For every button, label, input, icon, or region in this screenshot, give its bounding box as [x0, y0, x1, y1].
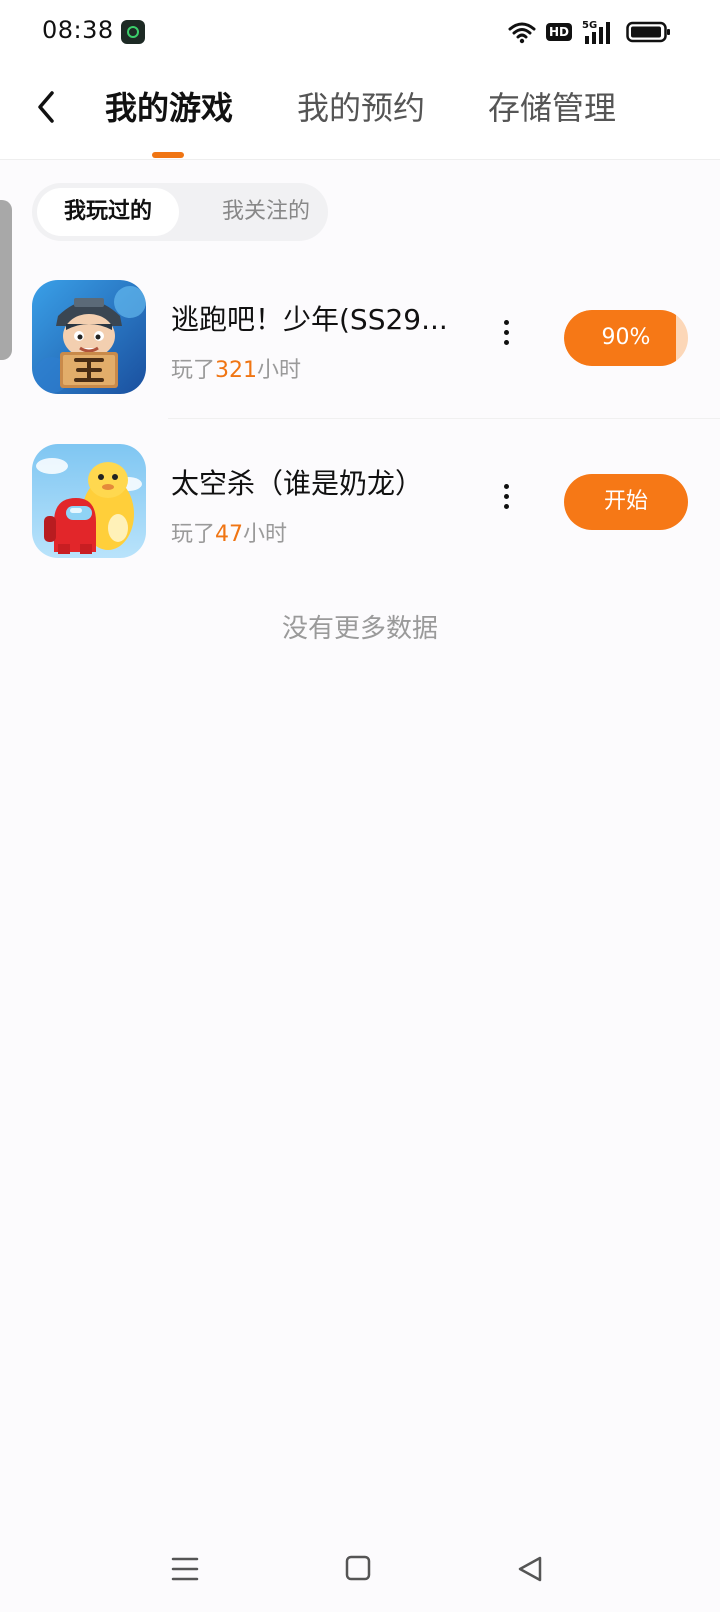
wifi-icon [508, 22, 536, 44]
more-vertical-icon [503, 483, 509, 489]
my-games-screen: 08:38 HD 5G 我的游戏 我的预约 存储管理 我玩过的 我关注的 逃跑吧… [0, 0, 720, 1612]
more-vertical-icon-dot [503, 329, 509, 335]
status-icons: HD 5G [508, 18, 672, 46]
game-artwork [32, 444, 146, 558]
game-list-item[interactable]: 太空杀（谁是奶龙） 玩了47小时 开始 [0, 432, 720, 582]
tab-storage-management[interactable]: 存储管理 [488, 88, 616, 128]
more-options-button[interactable] [494, 314, 518, 350]
play-time-suffix: 小时 [243, 522, 288, 547]
more-vertical-icon-dot [503, 339, 509, 345]
play-time-prefix: 玩了 [171, 358, 216, 383]
row-divider [168, 418, 720, 419]
more-options-button[interactable] [494, 478, 518, 514]
filter-played[interactable]: 我玩过的 [37, 188, 179, 236]
filter-following[interactable]: 我关注的 [206, 188, 326, 236]
tab-my-reservations[interactable]: 我的预约 [297, 88, 425, 128]
network-type: 5G [582, 20, 597, 31]
play-hours: 47 [215, 522, 244, 547]
more-vertical-icon-dot [503, 503, 509, 509]
play-time: 玩了47小时 [171, 516, 287, 548]
more-vertical-icon [503, 319, 509, 325]
play-hours: 321 [215, 358, 258, 383]
header: 我的游戏 我的预约 存储管理 [0, 64, 720, 160]
game-name: 逃跑吧！少年(SS29... [171, 303, 448, 336]
game-icon-space-kill[interactable] [32, 444, 146, 558]
game-artwork [32, 280, 146, 394]
play-time-suffix: 小时 [257, 358, 302, 383]
hd-icon: HD [545, 23, 572, 41]
download-progress-button[interactable]: 90% [564, 310, 688, 366]
home-square-icon[interactable] [345, 1554, 371, 1582]
play-time-prefix: 玩了 [171, 522, 216, 547]
signal-icon: 5G [582, 20, 610, 44]
back-triangle-icon[interactable] [516, 1554, 544, 1584]
system-nav-bar [0, 1528, 720, 1612]
active-tab-indicator [152, 152, 184, 158]
status-bar: 08:38 HD 5G [0, 0, 720, 64]
download-progress-label: 90% [601, 325, 651, 350]
game-list-item[interactable]: 逃跑吧！少年(SS29... 玩了321小时 90% [0, 268, 720, 418]
tab-my-games[interactable]: 我的游戏 [105, 88, 233, 128]
menu-icon[interactable] [170, 1554, 200, 1584]
battery-icon [626, 21, 670, 43]
start-game-button[interactable]: 开始 [564, 474, 688, 530]
play-time: 玩了321小时 [171, 352, 301, 384]
app-icon [121, 20, 145, 44]
game-icon-escape-run[interactable] [32, 280, 146, 394]
status-time: 08:38 [42, 16, 114, 44]
no-more-data-message: 没有更多数据 [281, 614, 438, 644]
more-vertical-icon-dot [503, 493, 509, 499]
chevron-left-icon [38, 91, 54, 123]
game-name: 太空杀（谁是奶龙） [171, 467, 424, 500]
back-button[interactable] [24, 82, 68, 132]
filter-segmented-control: 我玩过的 我关注的 [32, 183, 328, 241]
